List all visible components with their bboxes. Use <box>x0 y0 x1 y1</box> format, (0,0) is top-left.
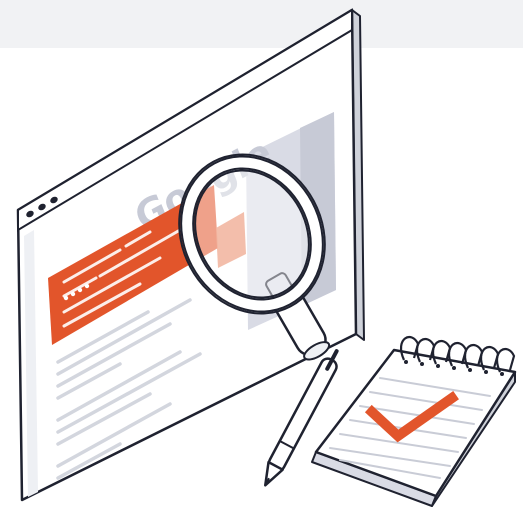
seo-illustration-canvas: Google <box>0 0 523 517</box>
spiral-notepad-icon <box>311 336 517 507</box>
seo-search-illustration: Google <box>16 8 517 507</box>
